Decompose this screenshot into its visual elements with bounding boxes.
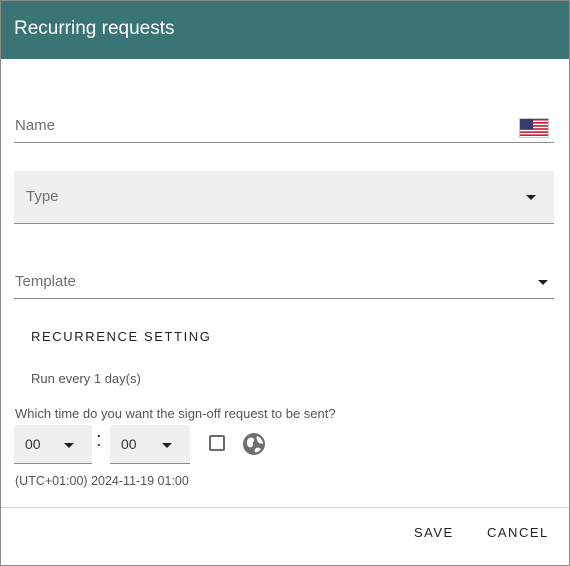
time-question: Which time do you want the sign-off requ… xyxy=(15,406,336,421)
dialog-title: Recurring requests xyxy=(14,18,175,39)
chevron-down-icon xyxy=(526,195,536,200)
timezone-text: (UTC+01:00) 2024-11-19 01:00 xyxy=(15,474,189,488)
checkbox[interactable] xyxy=(209,435,225,451)
template-field-label: Template xyxy=(15,273,76,290)
us-flag-icon[interactable] xyxy=(519,118,549,138)
minute-select[interactable]: 00 xyxy=(110,425,190,464)
run-every-text: Run every 1 day(s) xyxy=(31,371,141,386)
recurring-requests-dialog: Recurring requests Name Type Template RE… xyxy=(0,0,570,566)
dialog-header: Recurring requests xyxy=(1,1,569,59)
time-separator: : xyxy=(96,429,102,451)
footer-divider xyxy=(1,507,569,508)
template-field-underline xyxy=(14,298,554,299)
hour-select[interactable]: 00 xyxy=(14,425,92,464)
recurrence-section-title: RECURRENCE SETTING xyxy=(31,329,212,344)
globe-icon[interactable] xyxy=(242,432,266,456)
minute-value: 00 xyxy=(121,436,137,452)
hour-value: 00 xyxy=(25,436,41,452)
template-select[interactable]: Template xyxy=(14,261,554,299)
chevron-down-icon xyxy=(162,443,172,448)
cancel-button[interactable]: CANCEL xyxy=(479,518,557,548)
type-select[interactable]: Type xyxy=(14,171,554,224)
name-field-underline[interactable] xyxy=(14,142,554,143)
type-field-label: Type xyxy=(26,188,59,205)
chevron-down-icon xyxy=(538,280,548,285)
name-field-label: Name xyxy=(15,117,56,134)
save-button[interactable]: SAVE xyxy=(406,518,462,548)
chevron-down-icon xyxy=(64,443,74,448)
